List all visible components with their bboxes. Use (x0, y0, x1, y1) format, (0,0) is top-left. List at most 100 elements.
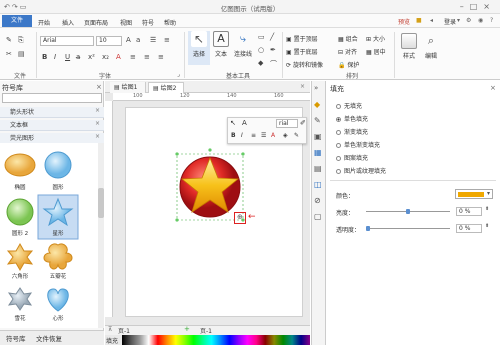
spinner-icon[interactable]: ⬍ (485, 206, 489, 212)
float-button-icon[interactable]: ⊕ (237, 213, 243, 221)
arc-icon[interactable]: ⌒ (270, 59, 277, 69)
italic-button[interactable]: I (54, 53, 56, 61)
scrollbar-thumb[interactable] (98, 188, 104, 218)
shape-ellipse[interactable] (4, 153, 36, 177)
number-list-icon[interactable]: ≡ (164, 36, 170, 44)
note-icon[interactable]: ▢ (314, 212, 322, 221)
text-tool-button[interactable]: A 文本 (210, 31, 232, 65)
color-picker[interactable]: ▾ (455, 189, 493, 199)
mini-italic-button[interactable]: I (241, 132, 243, 139)
menu-file[interactable]: 文件 (2, 15, 32, 27)
pen-icon[interactable]: ✒ (270, 46, 276, 54)
radio-picture[interactable] (336, 169, 341, 174)
mini-font-select[interactable]: rial (276, 119, 298, 128)
transparency-slider[interactable] (366, 228, 450, 229)
menu-home[interactable]: 开始 (38, 18, 50, 27)
menu-page-layout[interactable]: 页面布局 (84, 18, 108, 27)
font-color-icon[interactable]: A (116, 53, 121, 61)
menu-view[interactable]: 视图 (120, 18, 132, 27)
category-close-icon[interactable]: × (95, 133, 100, 140)
category-arrows[interactable]: 箭头形状 (0, 107, 104, 118)
shape-five-petal-flower[interactable] (43, 243, 73, 270)
tab-drawing1[interactable]: ▤ 绘图1 (110, 82, 146, 93)
align-right-icon[interactable]: ≡ (158, 53, 164, 61)
paste-icon[interactable]: ▤ (18, 50, 25, 58)
mini-font-color-icon[interactable]: A (271, 132, 275, 139)
radio-gradient[interactable] (336, 130, 341, 135)
line-icon[interactable]: ╱ (270, 33, 274, 41)
tab-drawing2[interactable]: ▤ 绘图2 (148, 82, 184, 93)
send-to-back-button[interactable]: ▣ 置于底层 (286, 47, 318, 56)
ellipse-icon[interactable]: ○ (258, 46, 264, 54)
fill-bucket-icon[interactable]: ◆ (258, 59, 263, 67)
bold-button[interactable]: B (42, 53, 47, 61)
page-nav-icon[interactable]: ⊼ (108, 326, 112, 333)
help-icon[interactable]: ? (490, 17, 493, 24)
text-size-icon[interactable]: A (242, 119, 247, 127)
rectangle-icon[interactable]: ▭ (258, 33, 265, 41)
fill-option-picture[interactable]: 图片或纹理填充 (336, 166, 386, 175)
protect-button[interactable]: 🔒 保护 (338, 60, 359, 69)
page-icon[interactable]: ▤ (314, 164, 322, 173)
login-caret-icon[interactable]: ▾ (457, 17, 460, 24)
category-close-icon[interactable]: × (95, 107, 100, 114)
shape-heart[interactable] (47, 288, 69, 312)
minimize-icon[interactable]: – (460, 2, 470, 11)
size-button[interactable]: ⊞ 大小 (366, 34, 385, 43)
fill-option-solid[interactable]: 单色填充 (336, 114, 368, 123)
font-dialog-launcher-icon[interactable]: ⌟ (177, 71, 180, 78)
fill-option-single-gradient[interactable]: 单色渐变填充 (336, 140, 380, 149)
fill-option-gradient[interactable]: 渐变填充 (336, 127, 368, 136)
shape-circle-2[interactable] (6, 198, 34, 226)
spinner-icon[interactable]: ⬍ (485, 223, 489, 229)
rotate-mirror-button[interactable]: ⟳ 旋转和镜像 (286, 60, 323, 69)
radio-single-gradient[interactable] (336, 143, 341, 148)
mini-list-icon[interactable]: ☰ (261, 132, 266, 139)
edit-button[interactable]: ⌕ 编辑 (420, 33, 442, 67)
category-textbox[interactable]: 文本框 (0, 120, 104, 131)
superscript-icon[interactable]: x² (88, 53, 95, 61)
format-painter-icon[interactable]: ✎ (6, 36, 12, 44)
font-size-select[interactable]: 10 (96, 36, 122, 46)
copy-icon[interactable]: ⎘ (18, 36, 24, 45)
increase-font-icon[interactable]: A (126, 36, 131, 44)
resize-handle[interactable] (175, 152, 179, 156)
image-icon[interactable]: ▦ (314, 148, 322, 157)
fill-bucket-icon[interactable]: ◆ (314, 100, 320, 109)
hyperlink-icon[interactable]: ⊘ (314, 196, 321, 205)
fill-option-none[interactable]: 无填充 (336, 101, 362, 110)
shape-snowflake[interactable] (7, 287, 33, 311)
shape-circle[interactable] (44, 151, 72, 179)
align-button[interactable]: ⊟ 对齐 (338, 47, 357, 56)
brightness-slider-thumb[interactable] (406, 209, 410, 214)
brush-icon[interactable]: ✐ (300, 119, 306, 127)
panel-close-icon[interactable]: × (96, 83, 102, 91)
color-palette[interactable] (122, 335, 310, 345)
symbol-search-input[interactable] (2, 93, 102, 103)
select-tool-button[interactable]: ↖ 选择 (188, 31, 210, 65)
decrease-font-icon[interactable]: a (136, 36, 140, 44)
preview-button[interactable]: 预览 (398, 17, 410, 26)
fill-option-pattern[interactable]: 图案填充 (336, 153, 368, 162)
expand-icon[interactable]: » (314, 84, 318, 92)
underline-button[interactable]: U (65, 53, 70, 61)
mini-line-icon[interactable]: ✎ (294, 132, 299, 139)
radio-solid[interactable] (336, 117, 341, 122)
radio-pattern[interactable] (336, 156, 341, 161)
strikethrough-button[interactable]: a̶ (76, 53, 80, 61)
category-close-icon[interactable]: × (95, 120, 100, 127)
brightness-input[interactable]: 0 % (456, 207, 482, 216)
shape-hexagram[interactable] (6, 242, 34, 272)
fill-panel-close-icon[interactable]: × (490, 84, 496, 92)
login-button[interactable]: 登录 (444, 17, 456, 26)
rotate-handle[interactable] (208, 148, 212, 152)
transparency-input[interactable]: 0 % (456, 224, 482, 233)
mini-align-icon[interactable]: ≡ (251, 132, 256, 139)
gallery-scrollbar[interactable] (98, 143, 104, 328)
align-left-icon[interactable]: ≡ (130, 53, 136, 61)
resize-handle[interactable] (175, 218, 179, 222)
center-button[interactable]: ▦ 居中 (366, 47, 386, 56)
pointer-icon[interactable]: ↖ (230, 119, 236, 127)
mini-fill-icon[interactable]: ◈ (283, 132, 288, 139)
subscript-icon[interactable]: x₂ (102, 53, 109, 61)
